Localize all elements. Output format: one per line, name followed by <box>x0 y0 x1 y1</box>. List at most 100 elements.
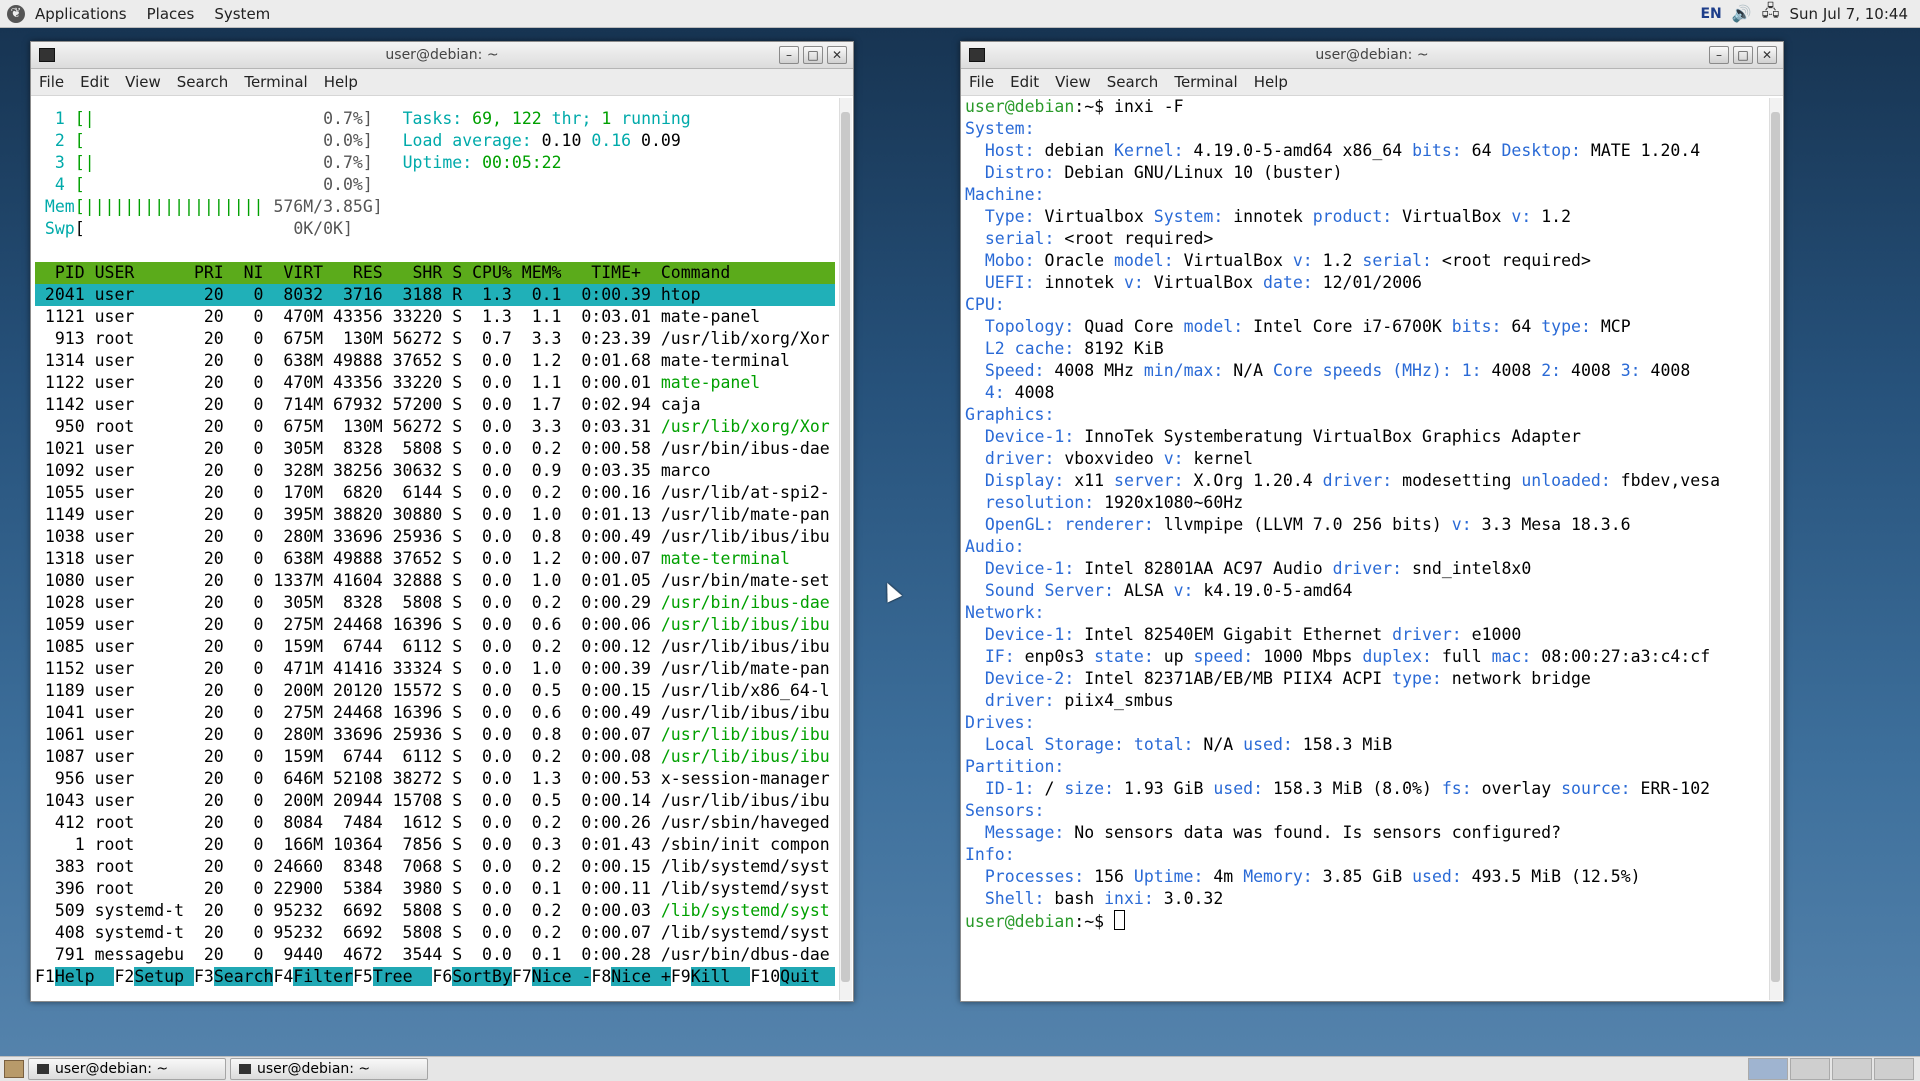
network-icon[interactable]: 🖧 <box>1762 0 1780 27</box>
workspace-4[interactable] <box>1874 1058 1914 1080</box>
workspace-2[interactable] <box>1790 1058 1830 1080</box>
field-label: v: <box>1123 273 1144 292</box>
menu-file[interactable]: File <box>961 73 1002 91</box>
process-row[interactable]: 950 root 20 0 675M 130M 56272 S 0.0 3.3 … <box>35 416 835 438</box>
process-row[interactable]: 509 systemd-t 20 0 95232 6692 5808 S 0.0… <box>35 900 835 922</box>
process-row[interactable]: 1059 user 20 0 275M 24468 16396 S 0.0 0.… <box>35 614 835 636</box>
inxi-output[interactable]: user@debian:~$ inxi -F System: Host: debi… <box>965 96 1765 994</box>
close-button[interactable]: ✕ <box>827 46 847 64</box>
menu-search[interactable]: Search <box>1099 73 1167 91</box>
menu-help[interactable]: Help <box>1246 73 1296 91</box>
field-value: 4008 <box>1004 383 1055 402</box>
function-key-label[interactable]: Nice + <box>611 967 671 986</box>
minimize-button[interactable]: – <box>1709 46 1729 64</box>
function-key-label[interactable]: Filter <box>293 967 353 986</box>
function-key-label[interactable]: Kill <box>690 967 751 986</box>
uptime-label: Uptime: <box>402 153 473 172</box>
process-row[interactable]: 913 root 20 0 675M 130M 56272 S 0.7 3.3 … <box>35 328 835 350</box>
menu-terminal[interactable]: Terminal <box>1166 73 1245 91</box>
menu-view[interactable]: View <box>1047 73 1099 91</box>
keyboard-layout-indicator[interactable]: EN <box>1700 6 1721 22</box>
volume-icon[interactable]: 🔊 <box>1732 4 1752 23</box>
process-row[interactable]: 791 messagebu 20 0 9440 4672 3544 S 0.0 … <box>35 944 835 966</box>
maximize-button[interactable]: □ <box>1733 46 1753 64</box>
field-label: state: <box>1094 647 1154 666</box>
field-label: serial: <box>1362 251 1432 270</box>
menu-help[interactable]: Help <box>316 73 366 91</box>
process-row[interactable]: 1121 user 20 0 470M 43356 33220 S 1.3 1.… <box>35 306 835 328</box>
close-button[interactable]: ✕ <box>1757 46 1777 64</box>
workspace-1[interactable] <box>1748 1058 1788 1080</box>
text-cursor[interactable] <box>1114 910 1126 930</box>
field-value: 158.3 MiB (8.0%) <box>1263 779 1442 798</box>
section-heading: Audio: <box>965 537 1025 556</box>
process-row[interactable]: 1043 user 20 0 200M 20944 15708 S 0.0 0.… <box>35 790 835 812</box>
process-row[interactable]: 1314 user 20 0 638M 49888 37652 S 0.0 1.… <box>35 350 835 372</box>
menu-terminal[interactable]: Terminal <box>236 73 315 91</box>
workspace-3[interactable] <box>1832 1058 1872 1080</box>
process-row[interactable]: 1080 user 20 0 1337M 41604 32888 S 0.0 1… <box>35 570 835 592</box>
htop-content[interactable]: 1 [| 0.7%] Tasks: 69, 122 thr; 1 running… <box>35 108 835 994</box>
process-row[interactable]: 956 user 20 0 646M 52108 38272 S 0.0 1.3… <box>35 768 835 790</box>
field-value: 4m <box>1203 867 1244 886</box>
load-5: 0.16 <box>591 131 632 150</box>
process-row[interactable]: 1149 user 20 0 395M 38820 30880 S 0.0 1.… <box>35 504 835 526</box>
process-row[interactable]: 1189 user 20 0 200M 20120 15572 S 0.0 0.… <box>35 680 835 702</box>
menu-view[interactable]: View <box>117 73 169 91</box>
process-fields: 1092 user 20 0 328M 38256 30632 S 0.0 0.… <box>35 461 661 480</box>
menu-applications[interactable]: Applications <box>25 5 137 23</box>
menu-system[interactable]: System <box>204 5 280 23</box>
process-row[interactable]: 408 systemd-t 20 0 95232 6692 5808 S 0.0… <box>35 922 835 944</box>
scrollbar[interactable] <box>839 98 852 1000</box>
clock[interactable]: Sun Jul 7, 10:44 <box>1790 5 1908 23</box>
function-key-label[interactable]: SortBy <box>452 967 512 986</box>
process-row[interactable]: 1087 user 20 0 159M 6744 6112 S 0.0 0.2 … <box>35 746 835 768</box>
window-titlebar[interactable]: user@debian: ~ – □ ✕ <box>961 42 1783 69</box>
process-row[interactable]: 1318 user 20 0 638M 49888 37652 S 0.0 1.… <box>35 548 835 570</box>
process-row[interactable]: 1041 user 20 0 275M 24468 16396 S 0.0 0.… <box>35 702 835 724</box>
process-row[interactable]: 1142 user 20 0 714M 67932 57200 S 0.0 1.… <box>35 394 835 416</box>
menu-edit[interactable]: Edit <box>72 73 117 91</box>
function-key-label[interactable]: Quit <box>780 967 835 986</box>
process-row[interactable]: 1092 user 20 0 328M 38256 30632 S 0.0 0.… <box>35 460 835 482</box>
field-value: <root required> <box>1054 229 1214 248</box>
field-value <box>1054 515 1064 534</box>
process-row[interactable]: 396 root 20 0 22900 5384 3980 S 0.0 0.1 … <box>35 878 835 900</box>
process-row[interactable]: 1055 user 20 0 170M 6820 6144 S 0.0 0.2 … <box>35 482 835 504</box>
taskbar-button-htop[interactable]: user@debian: ~ <box>28 1058 226 1080</box>
mate-logo-icon[interactable]: ❦ <box>7 4 25 23</box>
function-key-label[interactable]: Tree <box>372 967 433 986</box>
process-command: /usr/sbin/haveged <box>660 813 830 832</box>
menu-file[interactable]: File <box>31 73 72 91</box>
show-desktop-icon[interactable] <box>4 1060 24 1078</box>
process-row[interactable]: 412 root 20 0 8084 7484 1612 S 0.0 0.2 0… <box>35 812 835 834</box>
maximize-button[interactable]: □ <box>803 46 823 64</box>
process-row[interactable]: 1021 user 20 0 305M 8328 5808 S 0.0 0.2 … <box>35 438 835 460</box>
process-row[interactable]: 1028 user 20 0 305M 8328 5808 S 0.0 0.2 … <box>35 592 835 614</box>
process-row[interactable]: 1085 user 20 0 159M 6744 6112 S 0.0 0.2 … <box>35 636 835 658</box>
scrollbar[interactable] <box>1769 98 1782 1000</box>
process-row[interactable]: 1152 user 20 0 471M 41416 33324 S 0.0 1.… <box>35 658 835 680</box>
menu-search[interactable]: Search <box>169 73 237 91</box>
function-key-label[interactable]: Help <box>54 967 115 986</box>
terminal-menubar: File Edit View Search Terminal Help <box>31 69 853 96</box>
process-row-selected[interactable]: 2041 user 20 0 8032 3716 3188 R 1.3 0.1 … <box>35 284 835 306</box>
process-row[interactable]: 1038 user 20 0 280M 33696 25936 S 0.0 0.… <box>35 526 835 548</box>
taskbar-button-inxi[interactable]: user@debian: ~ <box>230 1058 428 1080</box>
minimize-button[interactable]: – <box>779 46 799 64</box>
process-row[interactable]: 1122 user 20 0 470M 43356 33220 S 0.0 1.… <box>35 372 835 394</box>
function-key-label[interactable]: Search <box>213 967 274 986</box>
menu-places[interactable]: Places <box>137 5 205 23</box>
window-titlebar[interactable]: user@debian: ~ – □ ✕ <box>31 42 853 69</box>
function-key-label[interactable]: Nice - <box>531 967 592 986</box>
menu-edit[interactable]: Edit <box>1002 73 1047 91</box>
process-row[interactable]: 1061 user 20 0 280M 33696 25936 S 0.0 0.… <box>35 724 835 746</box>
function-key-label[interactable]: Setup <box>134 967 194 986</box>
section-heading: Partition: <box>965 757 1065 776</box>
process-row[interactable]: 383 root 20 0 24660 8348 7068 S 0.0 0.2 … <box>35 856 835 878</box>
scrollbar-thumb[interactable] <box>1771 112 1780 982</box>
scrollbar-thumb[interactable] <box>841 112 850 982</box>
field-value: kernel <box>1183 449 1254 468</box>
process-row[interactable]: 1 root 20 0 166M 10364 7856 S 0.0 0.3 0:… <box>35 834 835 856</box>
running-count: 1 <box>601 109 612 128</box>
